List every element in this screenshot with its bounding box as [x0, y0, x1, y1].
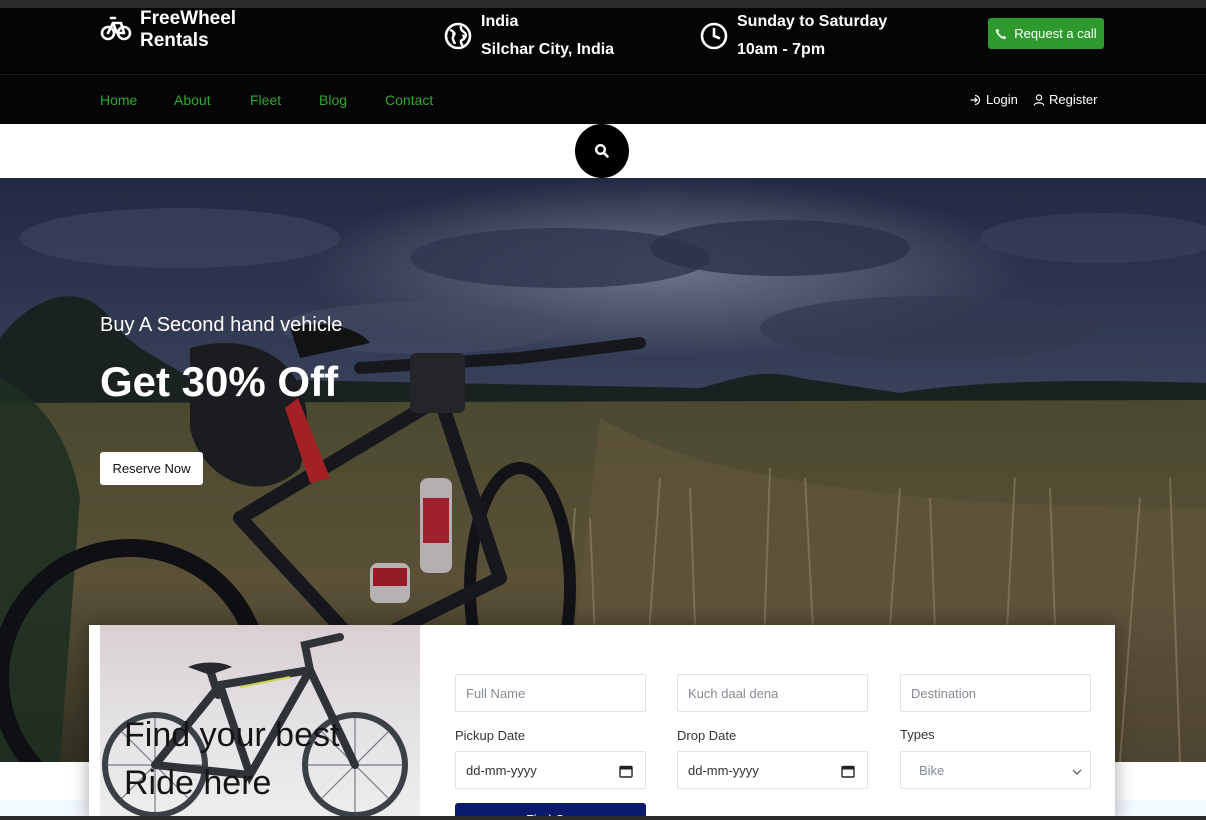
search-icon: [594, 143, 609, 158]
register-link[interactable]: Register: [1033, 92, 1097, 107]
types-select[interactable]: Bike: [900, 751, 1091, 789]
main-navbar: Home About Fleet Blog Contact Login Regi…: [0, 74, 1206, 124]
calendar-icon: [841, 765, 855, 778]
browser-bottom-strip: [0, 816, 1206, 820]
drop-date-label: Drop Date: [677, 728, 737, 743]
pickup-date-value: dd-mm-yyyy: [466, 762, 537, 778]
types-label: Types: [900, 727, 935, 742]
nav-blog[interactable]: Blog: [319, 92, 347, 108]
search-strip: [0, 124, 1206, 178]
location-city: Silchar City, India: [481, 41, 615, 58]
hours-info: Sunday to Saturday 10am - 7pm: [700, 8, 887, 64]
register-label: Register: [1049, 92, 1098, 107]
name-input-2[interactable]: Kuch daal dena: [677, 674, 868, 712]
booking-heading: Find your best Ride here: [124, 711, 339, 807]
search-button[interactable]: [575, 124, 629, 178]
brand-name: FreeWheel Rentals: [140, 8, 236, 52]
login-link[interactable]: Login: [970, 92, 1018, 107]
globe-icon: [444, 22, 472, 50]
top-info-bar: FreeWheel Rentals India Silchar City, In…: [0, 8, 1206, 74]
chevron-down-icon: [1072, 769, 1082, 775]
full-name-input[interactable]: Full Name: [455, 674, 646, 712]
brand-logo[interactable]: FreeWheel Rentals: [100, 8, 236, 52]
nav-contact[interactable]: Contact: [385, 92, 433, 108]
hero-subtitle: Buy A Second hand vehicle: [100, 314, 343, 336]
pickup-date-input[interactable]: dd-mm-yyyy: [455, 751, 646, 789]
booking-panel: Find your best Ride here Full Name Kuch …: [89, 625, 1115, 820]
user-icon: [1033, 93, 1045, 106]
brand-name-line2: Rentals: [140, 30, 209, 51]
phone-icon: [996, 28, 1007, 39]
drop-date-value: dd-mm-yyyy: [688, 762, 759, 778]
bicycle-icon: [100, 16, 132, 41]
reserve-now-button[interactable]: Reserve Now: [100, 452, 203, 485]
login-icon: [970, 94, 981, 105]
hero-title: Get 30% Off: [100, 358, 339, 405]
calendar-icon: [619, 765, 633, 778]
nav-fleet[interactable]: Fleet: [250, 92, 281, 108]
hours-time: 10am - 7pm: [737, 41, 826, 58]
page: FreeWheel Rentals India Silchar City, In…: [0, 0, 1206, 820]
request-call-button[interactable]: Request a call: [988, 18, 1104, 49]
pickup-date-label: Pickup Date: [455, 728, 526, 743]
booking-heading-line1: Find your best: [124, 716, 340, 754]
location-info: India Silchar City, India: [444, 8, 614, 64]
location-country: India: [481, 13, 519, 30]
drop-date-input[interactable]: dd-mm-yyyy: [677, 751, 868, 789]
hours-days: Sunday to Saturday: [737, 13, 888, 30]
booking-image: Find your best Ride here: [100, 625, 420, 820]
booking-heading-line2: Ride here: [124, 764, 272, 802]
brand-name-line1: FreeWheel: [140, 8, 237, 29]
destination-input[interactable]: Destination: [900, 674, 1091, 712]
nav-about[interactable]: About: [174, 92, 211, 108]
types-selected-value: Bike: [919, 762, 945, 778]
nav-home[interactable]: Home: [100, 92, 137, 108]
clock-icon: [700, 22, 728, 50]
browser-top-strip: [0, 0, 1206, 8]
request-call-label: Request a call: [1014, 26, 1097, 41]
login-label: Login: [986, 92, 1018, 107]
